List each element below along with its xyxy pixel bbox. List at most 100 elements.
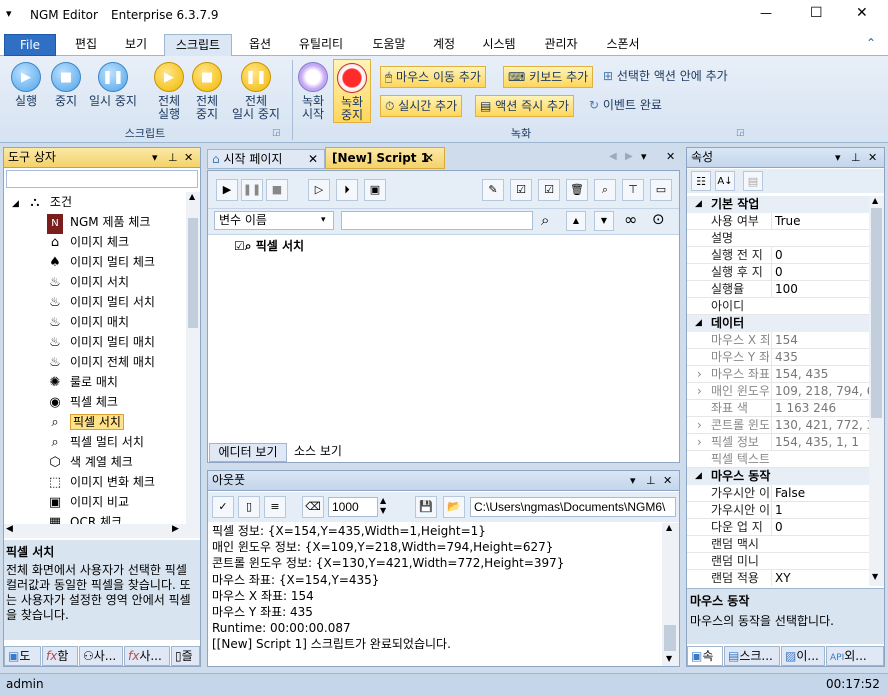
property-category[interactable]: ◢ 마우스 동작 — [687, 468, 869, 485]
tree-item[interactable]: ♨ 이미지 서치 — [47, 272, 129, 292]
stepper-icon[interactable]: ▲ ▼ — [380, 496, 386, 516]
property-row[interactable]: 사용 여부 True — [687, 213, 869, 230]
property-row[interactable]: 가우시안 이 False — [687, 485, 869, 502]
tab-users[interactable]: ⚇사... — [79, 646, 123, 666]
pause-button[interactable]: ❚❚ 일시 중지 — [86, 62, 140, 108]
pause-all-button[interactable]: ❚❚ 전체 일시 중지 — [226, 62, 286, 121]
record-stop-button[interactable]: 녹화 중지 — [333, 59, 371, 123]
list-icon[interactable]: ≡ — [264, 496, 286, 518]
property-row[interactable]: 다운 업 지 0 — [687, 519, 869, 536]
tree-item[interactable]: ♨ 이미지 멀티 매치 — [47, 332, 155, 352]
tab-external[interactable]: API외... — [826, 646, 884, 666]
expand-icon[interactable]: › — [697, 366, 702, 382]
new-file-icon[interactable]: ▯ — [238, 496, 260, 518]
tab-list-icon[interactable]: ▾ — [641, 150, 647, 163]
variable-select[interactable]: 변수 이름 ▾ — [214, 211, 334, 230]
tree-item[interactable]: ▦ OCR 체크 — [47, 512, 122, 524]
stop-button[interactable]: ■ 중지 — [46, 62, 86, 108]
scroll-tabs-left-icon[interactable]: ◀ — [609, 151, 617, 162]
property-row[interactable]: 랜덤 적용 XY — [687, 570, 869, 586]
dropdown-icon[interactable]: ▾ — [152, 148, 158, 167]
scrollbar-thumb[interactable] — [871, 208, 882, 418]
minimize-button[interactable]: — — [760, 6, 772, 20]
close-tab-icon[interactable]: ✕ — [424, 148, 434, 168]
property-row[interactable]: › 픽셀 정보 154, 435, 1, 1 — [687, 434, 869, 451]
tab-sponsor[interactable]: 스폰서 — [596, 34, 650, 56]
tree-item[interactable]: ♨ 이미지 매치 — [47, 312, 129, 332]
tree-item[interactable]: ⌂ 이미지 체크 — [47, 232, 129, 252]
scroll-down-icon[interactable]: ▼ — [666, 654, 672, 663]
property-value[interactable]: 154, 435, 1, 1 — [771, 434, 869, 450]
close-icon[interactable]: ✕ — [868, 148, 877, 167]
collapse-triangle-icon[interactable]: ◢ — [12, 199, 19, 209]
scroll-down-icon[interactable]: ▼ — [872, 572, 878, 581]
property-value[interactable]: XY — [771, 570, 869, 586]
property-row[interactable]: 랜덤 미니 — [687, 553, 869, 570]
save-icon[interactable]: 💾 — [415, 496, 437, 518]
tree-item[interactable]: ⌕ 픽셀 멀티 서치 — [47, 432, 144, 452]
more-icon[interactable]: ⊙ — [652, 210, 665, 228]
add-into-selected-button[interactable]: ⊞ 선택한 액션 안에 추가 — [599, 66, 732, 88]
add-keyboard-button[interactable]: ⌨ 키보드 추가 — [503, 66, 594, 88]
tab-help[interactable]: 도움말 — [362, 34, 416, 56]
scrollbar-thumb[interactable] — [664, 625, 676, 651]
toolbox-hscroll[interactable]: ◀ ▶ — [4, 524, 200, 538]
add-action-instant-button[interactable]: ▤ 액션 즉시 추가 — [475, 95, 575, 117]
chevron-down-icon[interactable]: ▾ — [321, 212, 326, 229]
tree-item[interactable]: ⌕ 픽셀 서치 — [47, 412, 124, 432]
event-complete-button[interactable]: ↻ 이벤트 완료 — [585, 95, 666, 117]
close-editor-icon[interactable]: ✕ — [666, 150, 675, 163]
collapse-triangle-icon[interactable]: ◢ — [695, 315, 702, 331]
scroll-up-icon[interactable]: ▲ — [666, 523, 672, 532]
pin-icon[interactable]: ⊥ — [851, 148, 861, 167]
checkbox-icon[interactable]: ☑ — [234, 239, 245, 253]
variable-search-input[interactable] — [341, 211, 533, 230]
search-icon[interactable]: ⌕ — [541, 211, 549, 229]
property-value[interactable]: 154, 435 — [771, 366, 869, 382]
close-tab-icon[interactable]: ✕ — [308, 150, 318, 168]
property-value[interactable]: False — [771, 485, 869, 501]
tab-toolbox[interactable]: ▣도 — [4, 646, 41, 666]
add-realtime-button[interactable]: ⏱ 실시간 추가 — [380, 95, 463, 117]
tree-item[interactable]: ⬚ 이미지 변화 체크 — [47, 472, 155, 492]
collapse-triangle-icon[interactable]: ◢ — [695, 468, 702, 484]
stop-all-button[interactable]: ■ 전체 중지 — [188, 62, 226, 121]
scroll-up-icon[interactable]: ▲ — [872, 196, 878, 205]
monitor-icon[interactable]: ▭ — [650, 179, 672, 201]
property-value[interactable]: 1 — [771, 502, 869, 518]
property-row[interactable]: 픽셀 텍스트 — [687, 451, 869, 468]
toolbox-scrollbar[interactable]: ▲ — [186, 192, 200, 524]
property-value[interactable]: 0 — [771, 519, 869, 535]
tab-images[interactable]: ▨이... — [781, 646, 825, 666]
run-icon[interactable]: ▶ — [216, 179, 238, 201]
categorized-icon[interactable]: ☷ — [691, 171, 711, 191]
property-row[interactable]: 랜덤 맥시 — [687, 536, 869, 553]
pin-icon[interactable]: ⊥ — [646, 471, 656, 490]
property-value[interactable]: 100 — [771, 281, 869, 297]
system-menu-icon[interactable]: ▾ — [6, 7, 12, 20]
dropdown-icon[interactable]: ▾ — [630, 471, 636, 490]
expand-icon[interactable]: › — [697, 417, 702, 433]
tab-edit[interactable]: 편집 — [64, 34, 108, 56]
run-button[interactable]: ▶ 실행 — [6, 62, 46, 108]
delete-icon[interactable]: 🗑 — [566, 179, 588, 201]
tab-view[interactable]: 보기 — [114, 34, 158, 56]
property-row[interactable]: 실행 후 지 0 — [687, 264, 869, 281]
property-row[interactable]: 좌표 색 1 163 246 — [687, 400, 869, 417]
group-launcher-icon[interactable]: ◲ — [272, 128, 281, 138]
pause-icon[interactable]: ❚❚ — [241, 179, 263, 201]
check-icon[interactable]: ☑ — [510, 179, 532, 201]
scroll-up-icon[interactable]: ▲ — [189, 192, 195, 201]
tree-item[interactable]: ▣ 이미지 비교 — [47, 492, 129, 512]
close-icon[interactable]: ✕ — [184, 148, 193, 167]
toolbox-search-input[interactable] — [6, 170, 198, 188]
tab-functions[interactable]: fx함 — [42, 646, 78, 666]
close-icon[interactable]: ✕ — [663, 471, 672, 490]
pin-icon[interactable]: ⊥ — [168, 148, 178, 167]
properties-scrollbar[interactable]: ▲ ▼ — [869, 196, 884, 586]
tab-options[interactable]: 옵션 — [238, 34, 282, 56]
property-row[interactable]: 마우스 Y 좌 435 — [687, 349, 869, 366]
property-value[interactable]: 0 — [771, 264, 869, 280]
move-down-icon[interactable]: ▼ — [594, 211, 614, 231]
property-row[interactable]: 설명 — [687, 230, 869, 247]
